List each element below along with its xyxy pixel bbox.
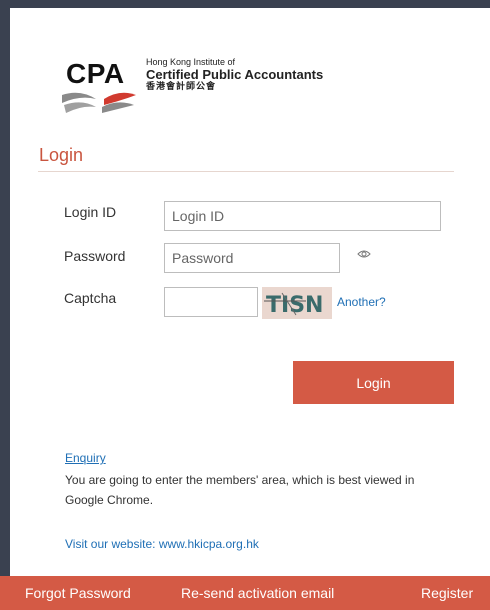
password-label: Password [64,248,126,264]
hkicpa-logo: CPA Hong Kong Institute of Certified Pub… [60,57,360,118]
eye-icon[interactable] [357,249,371,259]
footer-bar: Forgot Password Re-send activation email… [0,576,490,610]
logo-wings-icon [62,92,136,113]
captcha-input[interactable] [164,287,258,317]
heading-divider [38,171,454,172]
register-link[interactable]: Register [421,585,473,601]
forgot-password-link[interactable]: Forgot Password [25,585,131,601]
svg-text:TISN: TISN [266,293,323,318]
login-page: CPA Hong Kong Institute of Certified Pub… [0,0,490,610]
left-border [0,0,10,610]
logo-text: Hong Kong Institute of Certified Public … [146,57,323,92]
website-link[interactable]: Visit our website: www.hkicpa.org.hk [65,537,259,551]
captcha-label: Captcha [64,290,117,306]
enquiry-link[interactable]: Enquiry [65,451,106,465]
captcha-refresh-link[interactable]: Another? [337,295,386,309]
browser-notice: You are going to enter the members' area… [65,473,415,507]
captcha-image: TISN [262,287,332,319]
login-heading: Login [39,145,84,165]
login-id-label: Login ID [64,204,117,220]
resend-activation-link[interactable]: Re-send activation email [181,585,334,601]
top-border [0,0,490,8]
logo-mark: CPA [66,58,125,89]
login-id-input[interactable] [164,201,441,231]
login-button[interactable]: Login [293,361,454,404]
password-input[interactable] [164,243,340,273]
captcha-glyphs: TISN [264,292,323,318]
logo-line-3: 香港會計師公會 [146,81,217,92]
